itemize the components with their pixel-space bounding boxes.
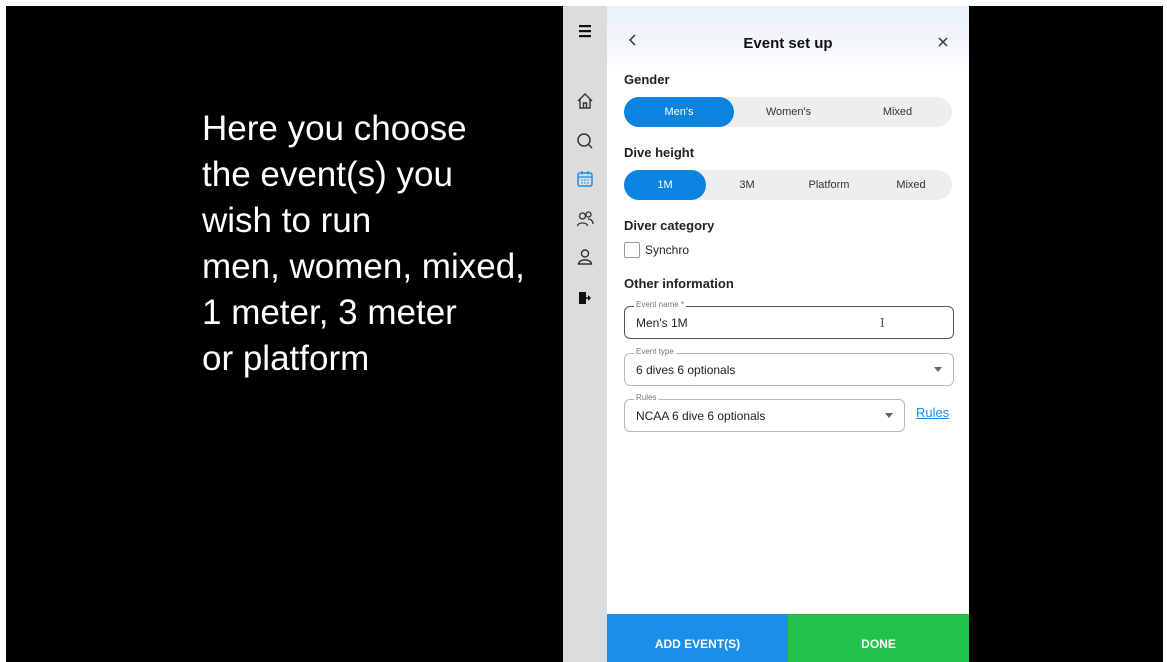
caption-line: wish to run xyxy=(202,201,372,240)
event-type-select[interactable]: Event type 6 dives 6 optionals xyxy=(624,347,954,386)
rules-legend: Rules xyxy=(634,393,659,402)
synchro-checkbox[interactable] xyxy=(624,242,640,258)
rules-link[interactable]: Rules xyxy=(916,405,949,420)
done-button[interactable]: DONE xyxy=(788,614,969,662)
dive-height-selector: 1M 3M Platform Mixed xyxy=(624,170,952,200)
event-name-legend: Event name * xyxy=(634,300,687,309)
logout-icon[interactable] xyxy=(569,283,601,313)
chevron-down-icon xyxy=(934,367,942,372)
caption-line: 1 meter, 3 meter xyxy=(202,293,457,332)
event-type-legend: Event type xyxy=(634,347,676,356)
text-cursor-icon: I xyxy=(880,316,885,330)
search-icon[interactable] xyxy=(569,126,601,156)
caption-line: the event(s) you xyxy=(202,155,453,194)
users-icon[interactable] xyxy=(569,204,601,234)
gender-option-mixed[interactable]: Mixed xyxy=(843,97,952,127)
rules-value: NCAA 6 dive 6 optionals xyxy=(636,409,766,423)
gender-selector: Men's Women's Mixed xyxy=(624,97,952,127)
height-option-3m[interactable]: 3M xyxy=(706,170,788,200)
home-icon[interactable] xyxy=(569,86,601,116)
gender-label: Gender xyxy=(624,72,670,87)
height-option-1m[interactable]: 1M xyxy=(624,170,706,200)
caption-line: Here you choose xyxy=(202,109,467,148)
calendar-icon[interactable] xyxy=(569,164,601,194)
gender-option-womens[interactable]: Women's xyxy=(734,97,843,127)
sidebar xyxy=(563,6,607,662)
other-info-label: Other information xyxy=(624,276,734,291)
caption-line: or platform xyxy=(202,339,370,378)
diver-category-label: Diver category xyxy=(624,218,715,233)
dive-height-label: Dive height xyxy=(624,145,695,160)
event-type-value: 6 dives 6 optionals xyxy=(636,363,736,377)
height-option-platform[interactable]: Platform xyxy=(788,170,870,200)
gender-option-mens[interactable]: Men's xyxy=(624,97,734,127)
menu-icon[interactable] xyxy=(569,16,601,46)
rules-select[interactable]: Rules NCAA 6 dive 6 optionals xyxy=(624,393,905,432)
page-title: Event set up xyxy=(743,35,833,52)
close-icon[interactable] xyxy=(935,34,951,50)
event-setup-panel: Event set up Gender Men's Women's Mixed … xyxy=(607,6,969,662)
chevron-down-icon xyxy=(885,413,893,418)
add-events-button[interactable]: ADD EVENT(S) xyxy=(607,614,788,662)
height-option-mixed[interactable]: Mixed xyxy=(870,170,952,200)
video-frame: Here you choose the event(s) you wish to… xyxy=(6,6,1163,662)
caption-line: men, women, mixed, xyxy=(202,247,525,286)
panel-header: Event set up xyxy=(607,6,969,74)
event-name-value: Men's 1M xyxy=(636,316,688,330)
caption-text: Here you choose the event(s) you wish to… xyxy=(202,106,562,382)
event-name-field[interactable]: Event name * Men's 1M I xyxy=(624,300,954,339)
synchro-label: Synchro xyxy=(645,243,690,257)
user-icon[interactable] xyxy=(569,242,601,272)
